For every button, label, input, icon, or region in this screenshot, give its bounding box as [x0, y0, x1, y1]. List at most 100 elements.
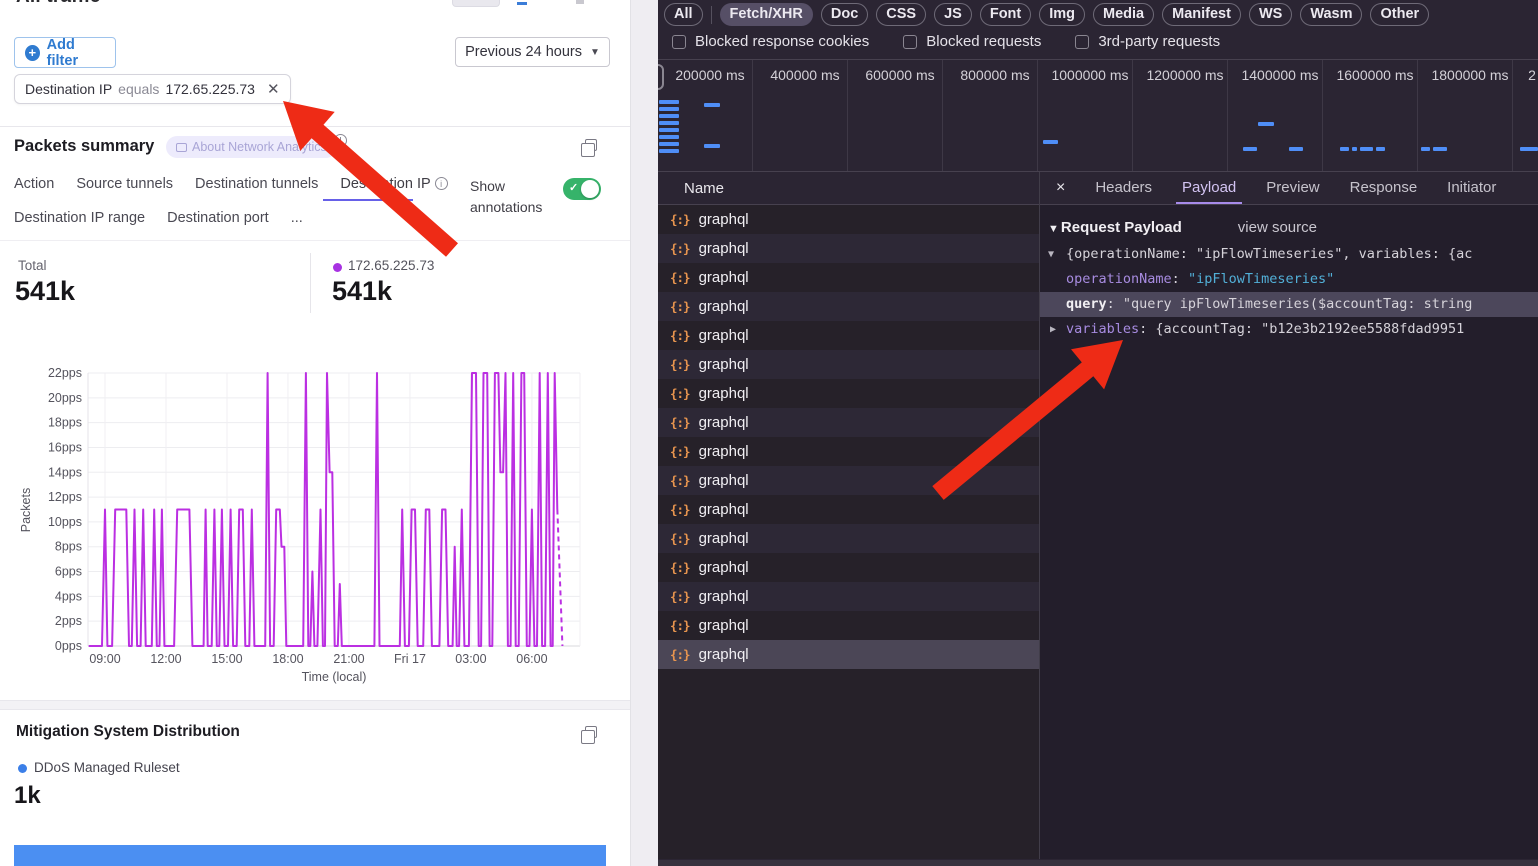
card-gap: [0, 700, 630, 710]
request-row[interactable]: {:}graphql: [658, 495, 1039, 524]
svg-text:6pps: 6pps: [55, 565, 82, 579]
json-request-icon: {:}: [670, 270, 690, 285]
timeline-scroll-nub[interactable]: [658, 64, 664, 90]
close-panel-icon[interactable]: ×: [1056, 179, 1065, 197]
request-row[interactable]: {:}graphql: [658, 205, 1039, 234]
add-filter-button[interactable]: + Add filter: [14, 37, 116, 68]
request-row[interactable]: {:}graphql: [658, 408, 1039, 437]
tab-destination-ip-range[interactable]: Destination IP range: [14, 210, 145, 226]
request-name: graphql: [699, 211, 749, 228]
payload-line[interactable]: query: "query ipFlowTimeseries($accountT…: [1040, 292, 1538, 317]
detail-tab-initiator[interactable]: Initiator: [1447, 172, 1496, 205]
request-row[interactable]: {:}graphql: [658, 611, 1039, 640]
request-detail-panel: ×HeadersPayloadPreviewResponseInitiator …: [1040, 172, 1538, 859]
filter-pill-font[interactable]: Font: [980, 3, 1031, 26]
info-icon: i: [435, 177, 448, 190]
timeline-tick-label: 600000 ms: [865, 67, 934, 83]
name-column-header[interactable]: Name: [658, 172, 1039, 205]
waterfall-bar: [659, 121, 679, 125]
svg-text:4pps: 4pps: [55, 589, 82, 603]
waterfall-bar: [1352, 147, 1357, 151]
filter-pill-all[interactable]: All: [664, 3, 703, 26]
svg-text:2pps: 2pps: [55, 614, 82, 628]
checkbox-box[interactable]: [672, 35, 686, 49]
request-row[interactable]: {:}graphql: [658, 234, 1039, 263]
about-network-analytics-badge[interactable]: About Network Analytics: [166, 136, 337, 158]
timeline-tick-label: 800000 ms: [960, 67, 1029, 83]
request-payload-section-title[interactable]: ▼Request Payload: [1048, 219, 1182, 236]
payload-value: "query ipFlowTimeseries($accountTag: str…: [1123, 296, 1473, 312]
detail-panel-tabs: × Headers Payload Preview Response Initiator: [1040, 172, 1538, 205]
triangle-right-icon[interactable]: ▶: [1050, 317, 1056, 342]
show-annotations-toggle[interactable]: ✓: [563, 178, 601, 200]
waterfall-bar: [659, 114, 679, 118]
mitigation-legend-dot: [18, 764, 27, 773]
request-row[interactable]: {:}graphql: [658, 553, 1039, 582]
json-request-icon: {:}: [670, 415, 690, 430]
detail-tab-response[interactable]: Response: [1350, 172, 1418, 205]
tab-destination-ip[interactable]: Destination IPi: [340, 176, 447, 192]
filter-pill-js[interactable]: JS: [934, 3, 972, 26]
filter-pill-doc[interactable]: Doc: [821, 3, 868, 26]
filter-pill-media[interactable]: Media: [1093, 3, 1154, 26]
payload-line[interactable]: ▼{operationName: "ipFlowTimeseries", var…: [1040, 242, 1538, 267]
copy-panel-icon[interactable]: [585, 139, 597, 151]
waterfall-bar: [1243, 147, 1257, 151]
pill-divider: [711, 6, 712, 24]
svg-text:Fri 17: Fri 17: [394, 652, 426, 666]
tab--[interactable]: ...: [291, 210, 303, 226]
stat-divider: [310, 253, 311, 313]
network-overview-timeline[interactable]: 200000 ms400000 ms600000 ms800000 ms1000…: [658, 60, 1538, 172]
request-row[interactable]: {:}graphql: [658, 582, 1039, 611]
payload-line[interactable]: operationName: "ipFlowTimeseries": [1040, 267, 1538, 292]
filter-pill-img[interactable]: Img: [1039, 3, 1085, 26]
book-icon: [176, 143, 187, 152]
total-value: 541k: [15, 276, 75, 307]
json-request-icon: {:}: [670, 299, 690, 314]
request-row[interactable]: {:}graphql: [658, 292, 1039, 321]
view-source-link[interactable]: view source: [1238, 219, 1317, 236]
request-row[interactable]: {:}graphql: [658, 263, 1039, 292]
request-row[interactable]: {:}graphql: [658, 379, 1039, 408]
request-row[interactable]: {:}graphql: [658, 437, 1039, 466]
checkbox--rd-party-requests[interactable]: 3rd-party requests: [1075, 33, 1220, 50]
time-range-label: Previous 24 hours: [465, 44, 582, 60]
checkbox-blocked-requests[interactable]: Blocked requests: [903, 33, 1041, 50]
filter-pill-css[interactable]: CSS: [876, 3, 926, 26]
filter-pill-fetchxhr[interactable]: Fetch/XHR: [720, 3, 813, 26]
filter-pill-wasm[interactable]: Wasm: [1300, 3, 1362, 26]
page-title: All traffic: [16, 0, 101, 8]
request-row[interactable]: {:}graphql: [658, 321, 1039, 350]
filter-pill-manifest[interactable]: Manifest: [1162, 3, 1241, 26]
remove-filter-icon[interactable]: ✕: [267, 80, 280, 98]
request-row[interactable]: {:}graphql: [658, 640, 1039, 669]
request-row[interactable]: {:}graphql: [658, 466, 1039, 495]
svg-text:0pps: 0pps: [55, 639, 82, 653]
tab-destination-tunnels[interactable]: Destination tunnels: [195, 176, 318, 192]
svg-text:21:00: 21:00: [333, 652, 364, 666]
request-row[interactable]: {:}graphql: [658, 524, 1039, 553]
payload-value: "ipFlowTimeseries": [1188, 271, 1334, 287]
filter-pill-other[interactable]: Other: [1370, 3, 1429, 26]
detail-tab-preview[interactable]: Preview: [1266, 172, 1319, 205]
tab-source-tunnels[interactable]: Source tunnels: [76, 176, 173, 192]
request-row[interactable]: {:}graphql: [658, 350, 1039, 379]
filter-pill-ws[interactable]: WS: [1249, 3, 1292, 26]
checkbox-box[interactable]: [1075, 35, 1089, 49]
waterfall-bar: [659, 100, 679, 104]
detail-tab-payload[interactable]: Payload: [1182, 172, 1236, 205]
timeline-tick-label: 1200000 ms: [1146, 67, 1223, 83]
series-line: [89, 373, 558, 646]
panel-gutter: [630, 0, 658, 866]
tab-destination-port[interactable]: Destination port: [167, 210, 269, 226]
detail-tab-headers[interactable]: Headers: [1095, 172, 1152, 205]
time-range-dropdown[interactable]: Previous 24 hours ▼: [455, 37, 610, 67]
series-line-dashed: [557, 510, 562, 647]
payload-line[interactable]: ▶variables: {accountTag: "b12e3b2192ee55…: [1040, 317, 1538, 342]
checkbox-blocked-response-cookies[interactable]: Blocked response cookies: [672, 33, 869, 50]
tab-action[interactable]: Action: [14, 176, 54, 192]
copy-mitigation-icon[interactable]: [585, 726, 597, 738]
filter-chip[interactable]: Destination IP equals 172.65.225.73 ✕: [14, 74, 291, 104]
checkbox-box[interactable]: [903, 35, 917, 49]
triangle-down-icon[interactable]: ▼: [1048, 242, 1054, 267]
